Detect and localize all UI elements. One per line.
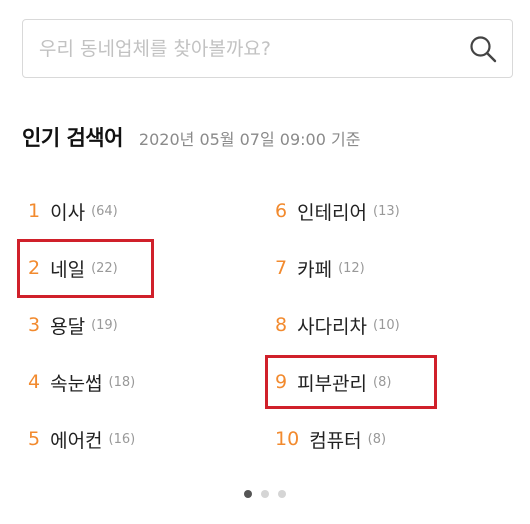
rank-number: 8 bbox=[275, 314, 288, 336]
rank-item-3[interactable]: 3 용달 (19) bbox=[28, 310, 118, 340]
rank-count: (22) bbox=[91, 260, 118, 276]
rank-count: (16) bbox=[108, 431, 136, 447]
rank-number: 6 bbox=[275, 200, 288, 222]
page-dot-3[interactable] bbox=[278, 490, 286, 498]
pagination-dots bbox=[0, 490, 530, 498]
rank-item-2[interactable]: 2 네일 (22) bbox=[28, 253, 118, 283]
search-bar bbox=[22, 19, 513, 78]
section-title: 인기 검색어 bbox=[22, 126, 123, 150]
rank-item-4[interactable]: 4 속눈썹 (18) bbox=[28, 367, 135, 397]
rank-count: (18) bbox=[108, 374, 136, 390]
rank-term: 이사 bbox=[50, 201, 86, 224]
rank-count: (13) bbox=[373, 203, 400, 219]
rank-item-1[interactable]: 1 이사 (64) bbox=[28, 196, 118, 226]
rank-term: 인테리어 bbox=[297, 201, 368, 224]
rank-item-9[interactable]: 9 피부관리 (8) bbox=[275, 367, 391, 397]
search-icon[interactable] bbox=[468, 34, 498, 64]
rank-item-6[interactable]: 6 인테리어 (13) bbox=[275, 196, 400, 226]
page-dot-2[interactable] bbox=[261, 490, 269, 498]
rank-item-7[interactable]: 7 카페 (12) bbox=[275, 253, 365, 283]
rank-term: 컴퓨터 bbox=[309, 429, 362, 452]
rank-count: (8) bbox=[367, 431, 387, 447]
popular-search-page: 인기 검색어 2020년 05월 07일 09:00 기준 1 이사 (64) … bbox=[0, 0, 530, 524]
rank-item-10[interactable]: 10 컴퓨터 (8) bbox=[275, 424, 386, 454]
rank-count: (12) bbox=[338, 260, 365, 276]
rank-item-8[interactable]: 8 사다리차 (10) bbox=[275, 310, 400, 340]
rank-item-5[interactable]: 5 에어컨 (16) bbox=[28, 424, 135, 454]
rank-number: 10 bbox=[275, 428, 300, 450]
rank-term: 카페 bbox=[297, 258, 333, 281]
search-input[interactable] bbox=[39, 20, 459, 77]
rank-count: (64) bbox=[91, 203, 118, 219]
rank-count: (10) bbox=[373, 317, 400, 333]
rank-number: 2 bbox=[28, 257, 41, 279]
update-timestamp: 2020년 05월 07일 09:00 기준 bbox=[138, 130, 361, 149]
rank-term: 에어컨 bbox=[50, 429, 103, 452]
rank-term: 용달 bbox=[50, 315, 86, 338]
page-dot-1[interactable] bbox=[244, 490, 252, 498]
rank-term: 피부관리 bbox=[297, 372, 368, 395]
rank-number: 1 bbox=[28, 200, 41, 222]
rank-number: 5 bbox=[28, 428, 41, 450]
rank-number: 3 bbox=[28, 314, 41, 336]
rank-term: 네일 bbox=[50, 258, 86, 281]
rank-term: 사다리차 bbox=[297, 315, 368, 338]
rank-number: 4 bbox=[28, 371, 41, 393]
rank-number: 9 bbox=[275, 371, 288, 393]
rank-count: (19) bbox=[91, 317, 118, 333]
rank-term: 속눈썹 bbox=[50, 372, 103, 395]
rank-number: 7 bbox=[275, 257, 288, 279]
popular-search-heading: 인기 검색어 2020년 05월 07일 09:00 기준 bbox=[22, 122, 360, 152]
rank-count: (8) bbox=[373, 374, 392, 390]
